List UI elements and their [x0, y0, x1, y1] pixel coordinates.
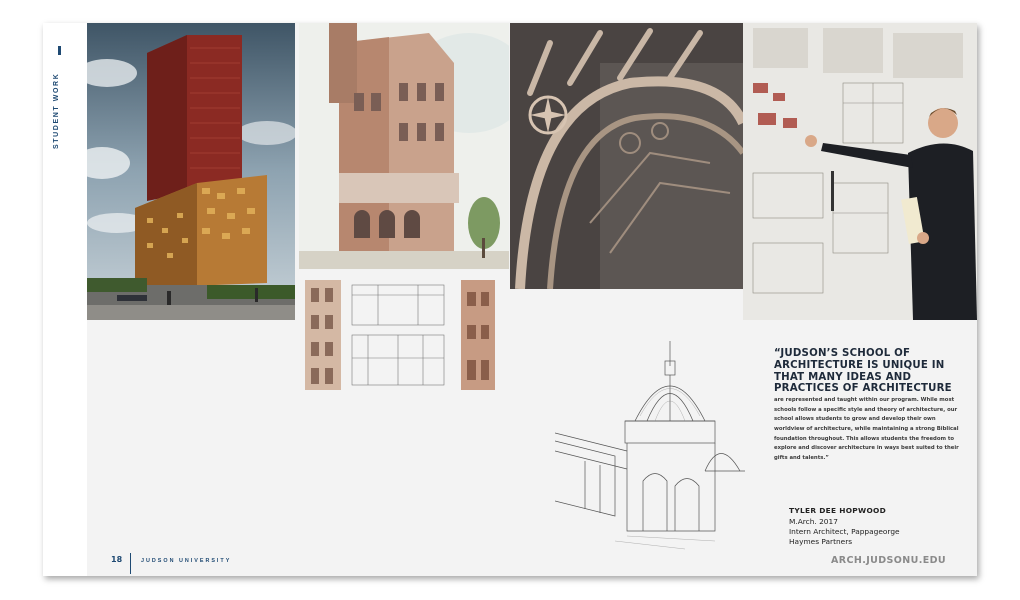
section-marker — [58, 46, 61, 55]
quote-body: are represented and taught within our pr… — [774, 397, 959, 461]
elevation-drawing-right — [461, 280, 495, 390]
elevation-drawing-left — [305, 280, 341, 390]
author-company: Haymes Partners — [789, 537, 853, 546]
floor-plan-drawing — [348, 283, 448, 390]
footer-divider — [130, 553, 131, 574]
quote-attribution: TYLER DEE HOPWOOD M.Arch. 2017 Intern Ar… — [789, 506, 959, 547]
quote-headline: “JUDSON’S SCHOOL OF ARCHITECTURE IS UNIQ… — [774, 348, 952, 395]
tower-rendering-image — [87, 23, 295, 320]
pull-quote: “JUDSON’S SCHOOL OF ARCHITECTURE IS UNIQ… — [774, 348, 964, 463]
magazine-spread: STUDENT WORK “JUDSON’S SCHOOL OF ARCHITE… — [43, 23, 977, 576]
page-number: 18 — [111, 555, 123, 564]
author-degree: M.Arch. 2017 — [789, 517, 838, 526]
dome-pencil-sketch — [555, 341, 750, 551]
section-label: STUDENT WORK — [53, 72, 60, 149]
author-name: TYLER DEE HOPWOOD — [789, 506, 887, 515]
student-presenting-photo — [743, 23, 977, 320]
website-url[interactable]: ARCH.JUDSONU.EDU — [831, 555, 946, 566]
iron-arch-photo — [510, 23, 743, 289]
watercolor-building-image — [299, 23, 509, 269]
university-name: JUDSON UNIVERSITY — [141, 558, 232, 564]
author-role: Intern Architect, Pappageorge — [789, 527, 900, 536]
